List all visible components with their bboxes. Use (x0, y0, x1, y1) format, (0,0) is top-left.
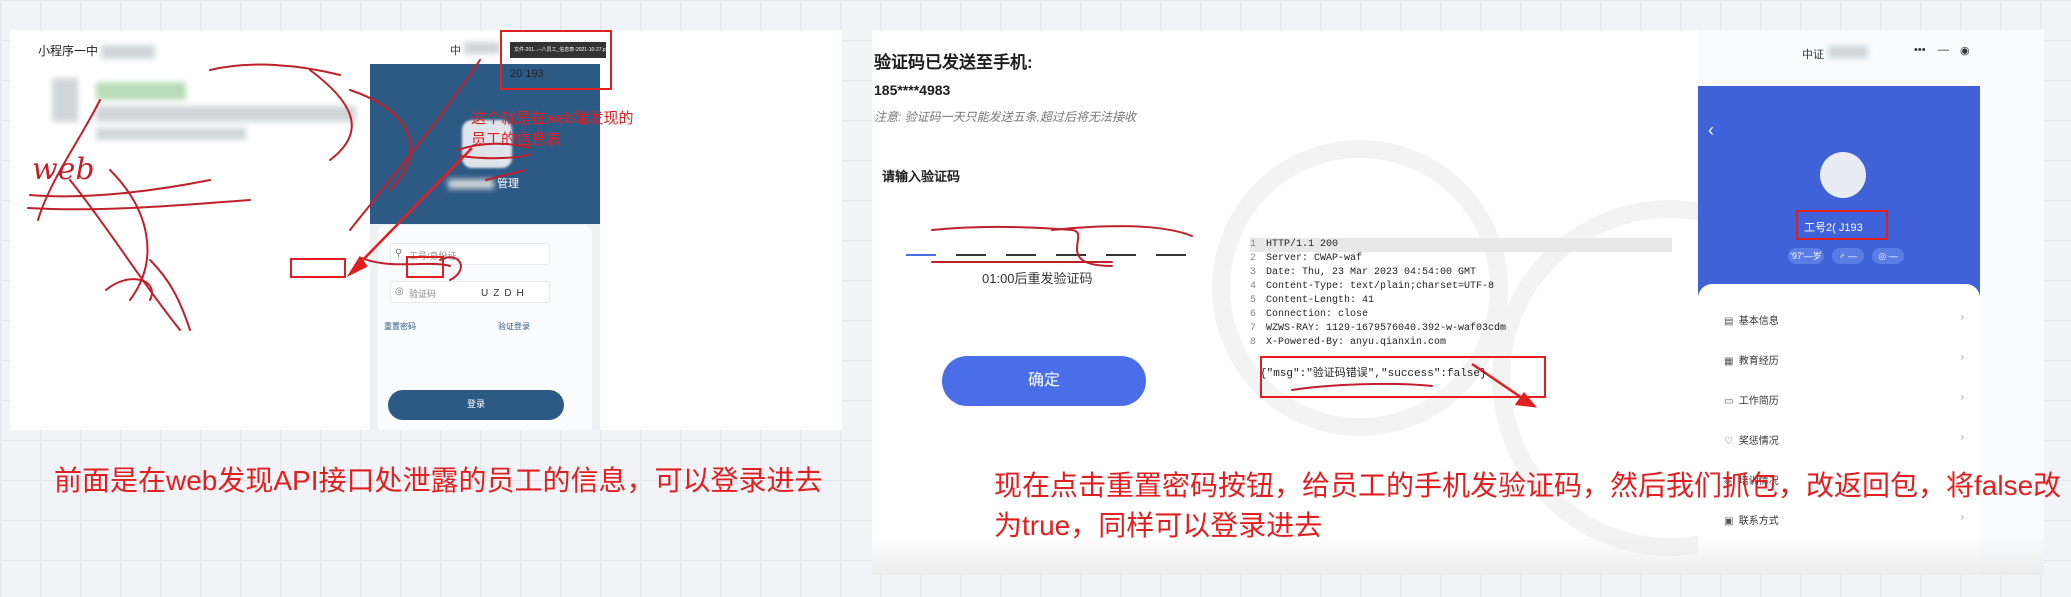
profile-title: 中证 (1802, 49, 1824, 61)
chevron-right-icon: › (1960, 352, 1964, 363)
caption-right: 现在点击重置密码按钮，给员工的手机发验证码，然后我们抓包，改返回包，将false… (994, 470, 2062, 541)
chevron-right-icon: › (1960, 392, 1964, 403)
menu-item-awards[interactable]: ♡ 奖惩情况 › (1724, 432, 1964, 447)
age-chip: '97'—岁 (1788, 248, 1824, 264)
avatar (1820, 152, 1866, 198)
chevron-right-icon: › (1960, 312, 1964, 323)
briefcase-icon: ▭ (1724, 396, 1734, 407)
handwriting-web: web (32, 152, 95, 187)
minimize-icon[interactable]: — (1938, 44, 1949, 56)
chevron-right-icon: › (1960, 432, 1964, 443)
highlight-box-response (1260, 356, 1546, 398)
close-capsule-icon[interactable]: ◉ (1960, 44, 1970, 57)
http-response-headers: 1 HTTP/1.1 200 2 Server: CWAP-waf 3 Date… (1250, 238, 1672, 350)
book-icon: ▦ (1724, 356, 1734, 367)
menu-item-basic-info[interactable]: ▤ 基本信息 › (1724, 312, 1964, 327)
gender-chip: ♂ — (1832, 248, 1864, 264)
left-slide: 小程序一中 中 ••• — ◉ 管理 ⚲ 工号/身份证 ◎ (10, 30, 842, 430)
caption-left: 前面是在web发现API接口处泄露的员工的信息，可以登录进去 (54, 465, 823, 496)
back-icon[interactable]: ‹ (1708, 120, 1714, 141)
more-icon[interactable]: ••• (1914, 44, 1926, 56)
menu-item-work-history[interactable]: ▭ 工作简历 › (1724, 392, 1964, 407)
heart-icon: ♡ (1724, 436, 1733, 447)
handwritten-annotations (27, 59, 531, 331)
blurred-title (1828, 46, 1868, 58)
status-chip: ◎ — (1872, 248, 1904, 264)
highlight-box-staff-id (1796, 210, 1888, 240)
profile-banner: ‹ 工号2( J193 '97'—岁 ♂ — ◎ — (1698, 86, 1980, 296)
id-card-icon: ▤ (1724, 316, 1734, 327)
menu-item-education[interactable]: ▦ 教育经历 › (1724, 352, 1964, 367)
